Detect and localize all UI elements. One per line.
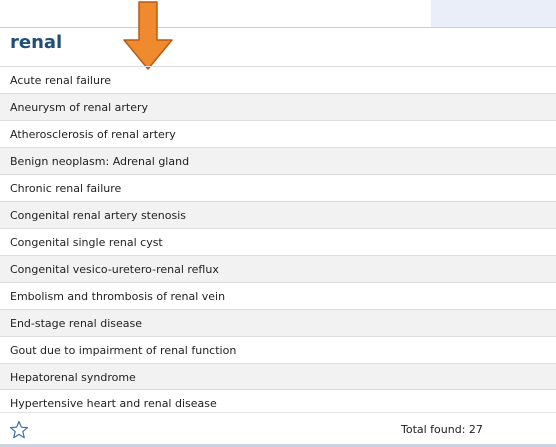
star-outline-icon[interactable]	[9, 420, 29, 440]
down-arrow-icon	[123, 1, 173, 70]
result-label: Congenital renal artery stenosis	[10, 208, 186, 222]
result-label: Embolism and thrombosis of renal vein	[10, 289, 226, 303]
result-row[interactable]: Embolism and thrombosis of renal vein	[0, 282, 556, 309]
result-label: Benign neoplasm: Adrenal gland	[10, 154, 190, 168]
result-label: Chronic renal failure	[10, 181, 122, 195]
result-row[interactable]: Hypertensive heart and renal disease	[0, 389, 556, 412]
result-row[interactable]: Atherosclerosis of renal artery	[0, 120, 556, 147]
result-label: Congenital vesico-uretero-renal reflux	[10, 262, 219, 276]
result-row[interactable]: Acute renal failure	[0, 66, 556, 93]
result-row[interactable]: Congenital renal artery stenosis	[0, 201, 556, 228]
result-row[interactable]: Benign neoplasm: Adrenal gland	[0, 147, 556, 174]
results-footer: Total found: 27	[0, 412, 556, 446]
result-row[interactable]: Aneurysm of renal artery	[0, 93, 556, 120]
result-row[interactable]: Gout due to impairment of renal function	[0, 336, 556, 363]
result-row[interactable]: Chronic renal failure	[0, 174, 556, 201]
search-term-heading: renal	[10, 32, 63, 53]
result-label: Hepatorenal syndrome	[10, 370, 136, 384]
total-found-label: Total found: 27	[401, 423, 483, 436]
toolbar-divider	[0, 27, 556, 28]
result-label: Atherosclerosis of renal artery	[10, 127, 176, 141]
result-label: End-stage renal disease	[10, 316, 142, 330]
result-row[interactable]: Hepatorenal syndrome	[0, 363, 556, 390]
top-right-panel	[431, 0, 556, 27]
result-label: Aneurysm of renal artery	[10, 100, 148, 114]
result-label: Hypertensive heart and renal disease	[10, 396, 217, 410]
result-label: Gout due to impairment of renal function	[10, 343, 237, 357]
result-label: Congenital single renal cyst	[10, 235, 163, 249]
result-row[interactable]: Congenital single renal cyst	[0, 228, 556, 255]
result-row[interactable]: Congenital vesico-uretero-renal reflux	[0, 255, 556, 282]
result-row[interactable]: End-stage renal disease	[0, 309, 556, 336]
results-list[interactable]: Acute renal failure Aneurysm of renal art…	[0, 66, 556, 412]
result-label: Acute renal failure	[10, 73, 111, 87]
